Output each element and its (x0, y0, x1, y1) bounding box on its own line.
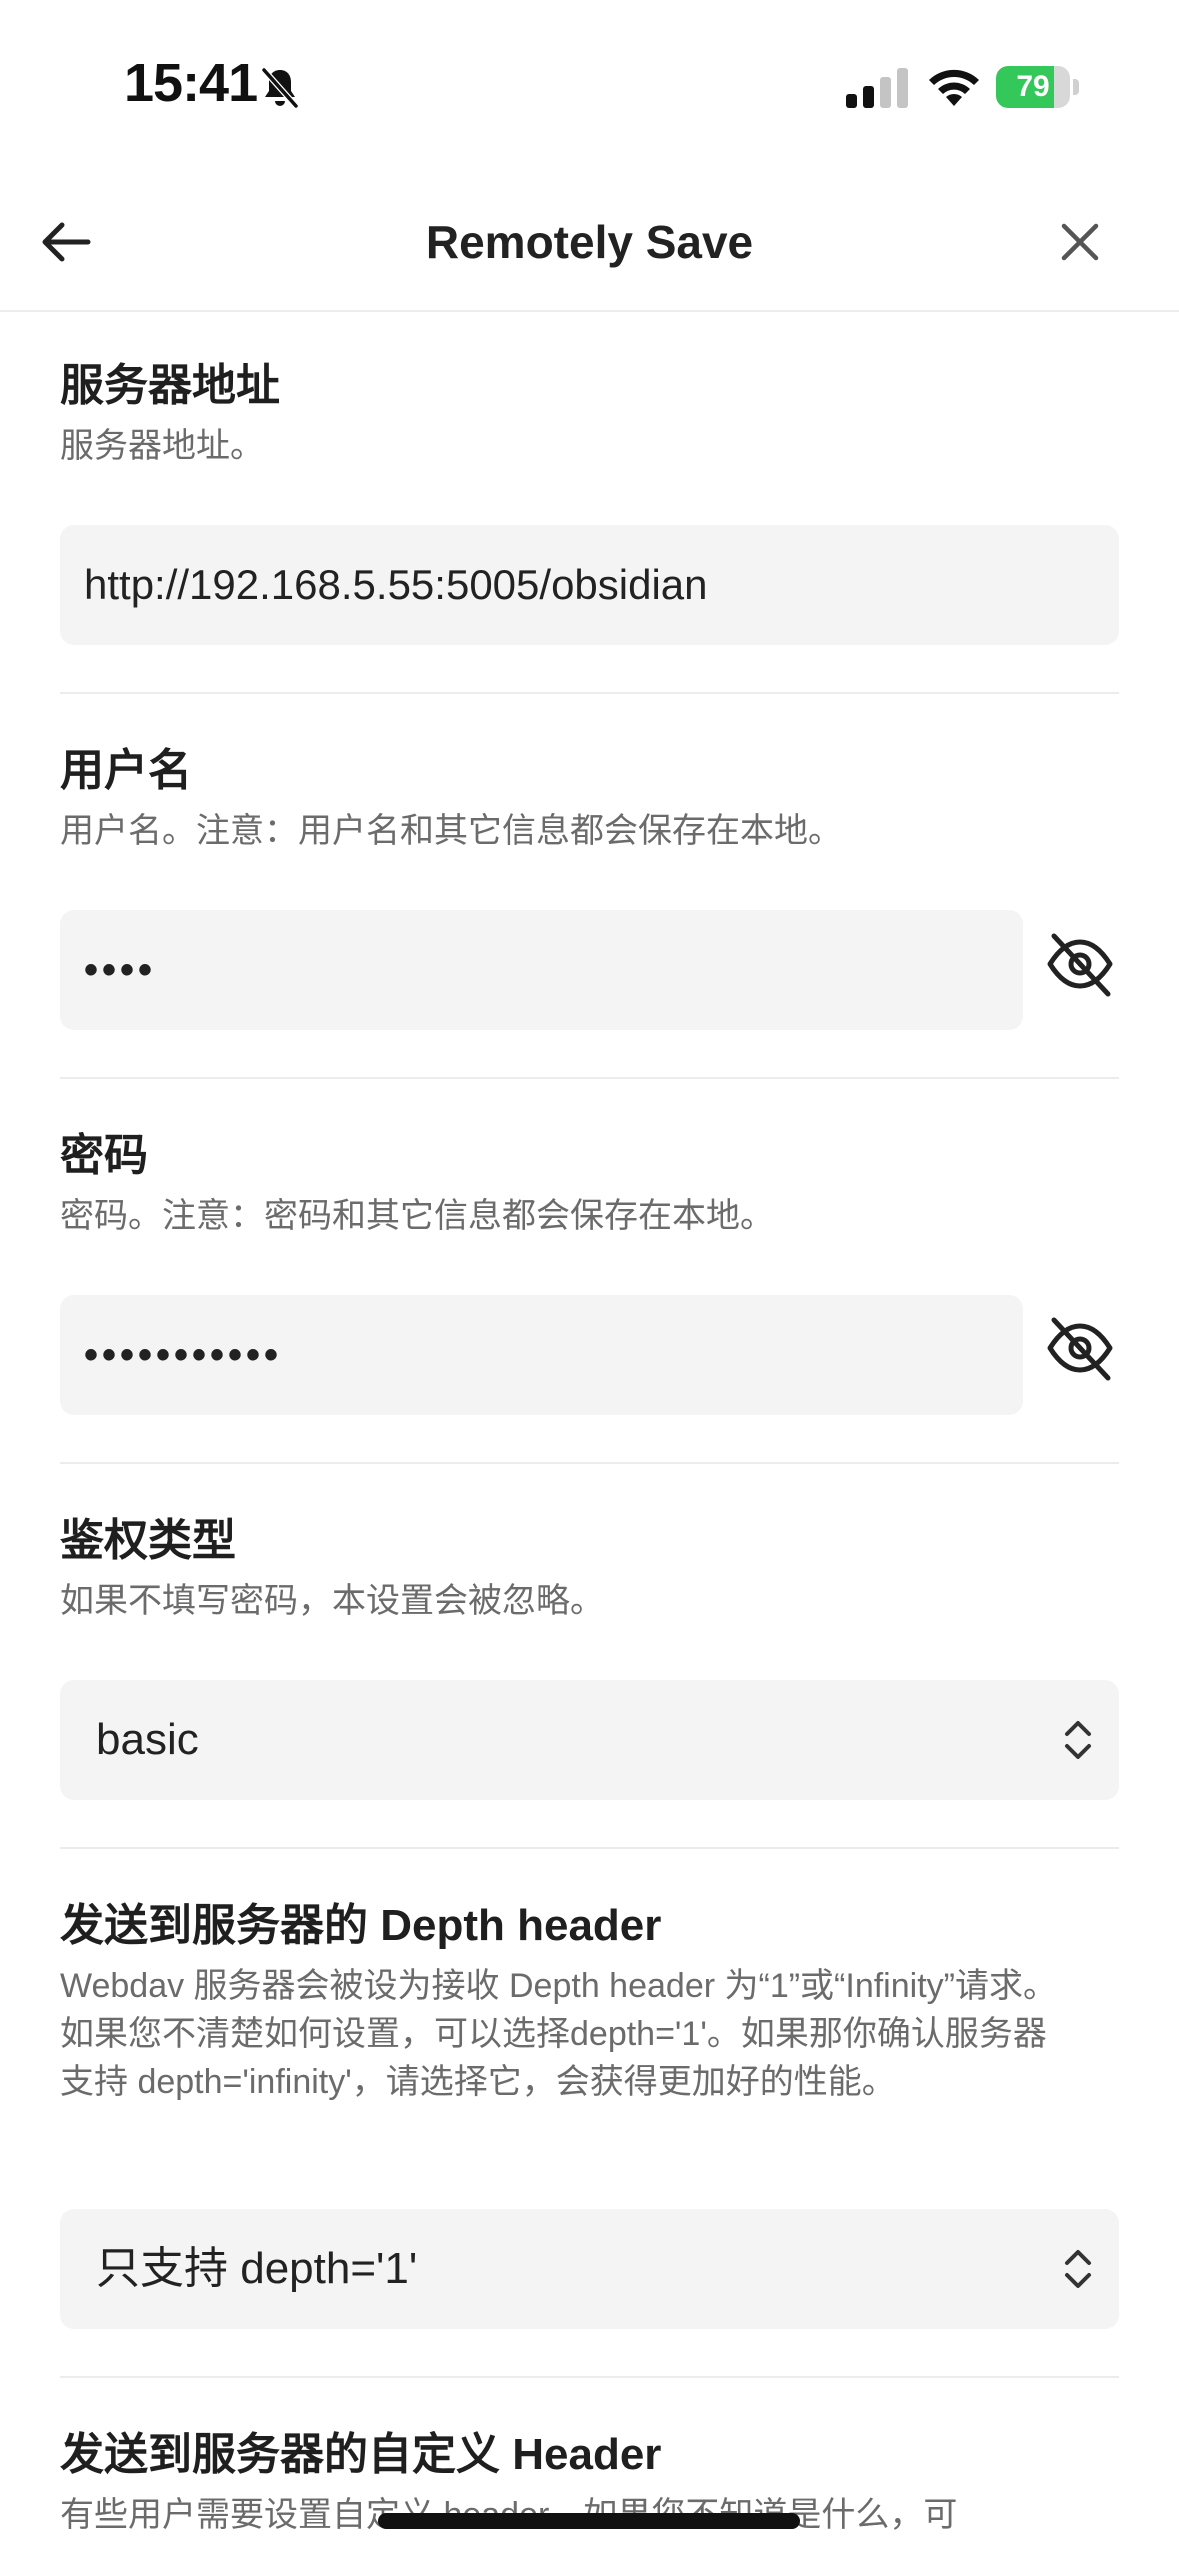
nav-header: Remotely Save (0, 175, 1179, 312)
toggle-visibility-eye-off-icon[interactable] (1044, 928, 1116, 1000)
setting-name: 密码 (60, 1131, 148, 1180)
divider (60, 1462, 1119, 1464)
setting-description: 密码。注意：密码和其它信息都会保存在本地。 (60, 1197, 774, 1235)
status-bar: 15:41 79 (0, 0, 1179, 175)
close-icon[interactable] (1052, 214, 1108, 270)
auth-type-select[interactable]: basic (60, 1680, 1119, 1800)
divider (60, 1077, 1119, 1079)
home-indicator[interactable] (378, 2513, 800, 2529)
username-masked-value: •••• (84, 948, 157, 992)
setting-password: 密码 密码。注意：密码和其它信息都会保存在本地。 (60, 1128, 1119, 1240)
divider (60, 1847, 1119, 1849)
setting-description: 服务器地址。 (60, 427, 264, 465)
server-address-input[interactable]: http://192.168.5.55:5005/obsidian (60, 525, 1119, 645)
setting-description: 用户名。注意：用户名和其它信息都会保存在本地。 (60, 812, 842, 850)
cellular-signal-icon (846, 68, 908, 108)
server-address-value: http://192.168.5.55:5005/obsidian (84, 561, 708, 608)
auth-type-selected-value: basic (96, 1715, 199, 1764)
setting-name: 服务器地址 (60, 361, 280, 410)
toggle-visibility-eye-off-icon[interactable] (1044, 1312, 1116, 1384)
setting-username: 用户名 用户名。注意：用户名和其它信息都会保存在本地。 (60, 743, 1119, 855)
page-title: Remotely Save (425, 216, 754, 268)
silent-bell-icon (261, 68, 299, 108)
divider (60, 692, 1119, 694)
battery-percentage: 79 (1016, 70, 1050, 103)
depth-header-select[interactable]: 只支持 depth='1' (60, 2209, 1119, 2329)
divider (60, 2376, 1119, 2378)
setting-name: 鉴权类型 (60, 1516, 236, 1565)
wifi-icon (929, 69, 979, 106)
setting-name: 用户名 (60, 746, 192, 795)
chevron-updown-icon (1065, 2250, 1091, 2288)
setting-auth-type: 鉴权类型 如果不填写密码，本设置会被忽略。 (60, 1513, 1119, 1625)
setting-name: 发送到服务器的自定义 Header (60, 2430, 662, 2479)
setting-depth-header: 发送到服务器的 Depth header Webdav 服务器会被设为接收 De… (60, 1898, 1119, 2106)
status-time: 15:41 (124, 53, 258, 113)
username-input[interactable]: •••• (60, 910, 1023, 1030)
chevron-updown-icon (1065, 1721, 1091, 1759)
battery-icon: 79 (996, 66, 1080, 108)
setting-name: 发送到服务器的 Depth header (60, 1901, 662, 1950)
password-input[interactable]: ••••••••••• (60, 1295, 1023, 1415)
depth-header-selected-value: 只支持 depth='1' (96, 2244, 418, 2293)
setting-server-address: 服务器地址 服务器地址。 (60, 358, 1119, 470)
setting-description: Webdav 服务器会被设为接收 Depth header 为“1”或“Infi… (60, 1967, 1057, 2101)
setting-description: 如果不填写密码，本设置会被忽略。 (60, 1582, 604, 1620)
password-masked-value: ••••••••••• (84, 1333, 283, 1377)
